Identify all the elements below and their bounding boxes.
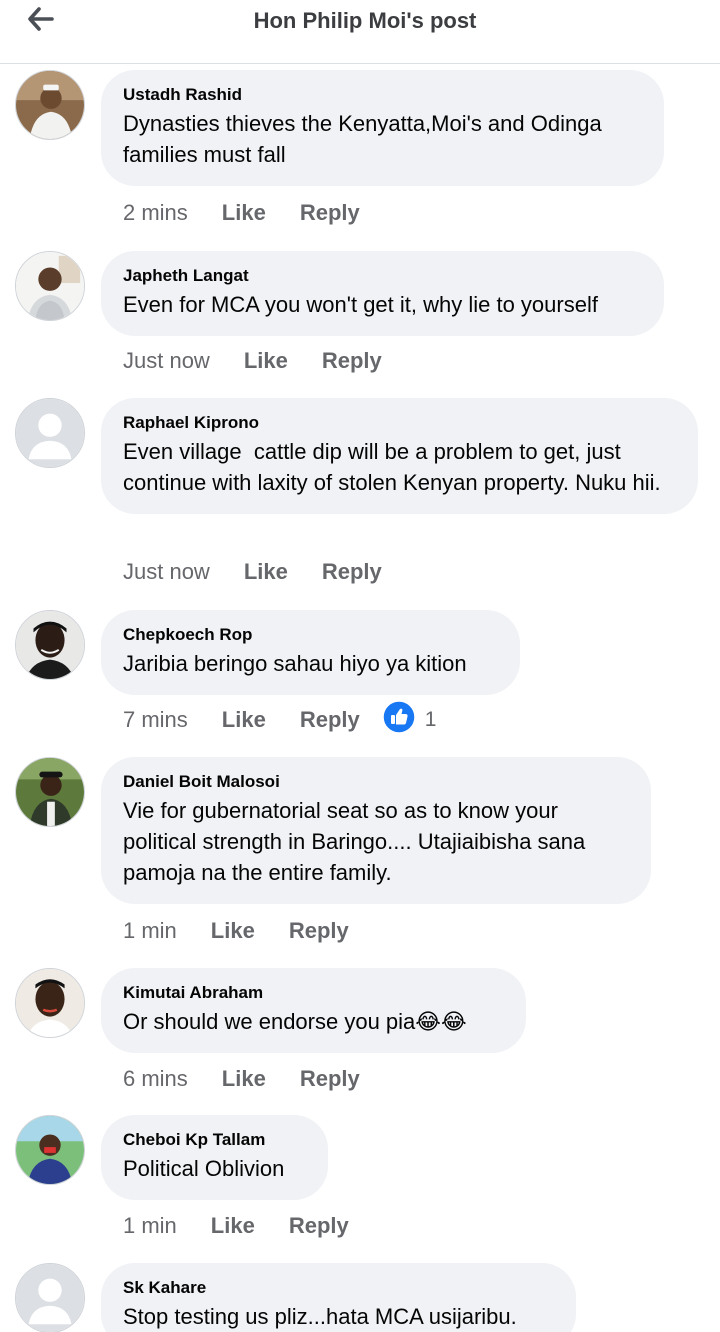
reaction-summary[interactable]: 1 xyxy=(382,700,437,740)
comment-author[interactable]: Daniel Boit Malosoi xyxy=(123,772,629,792)
comment-time[interactable]: 6 mins xyxy=(123,1066,188,1092)
avatar[interactable] xyxy=(15,757,85,827)
comment-actions: 6 mins Like Reply xyxy=(123,1064,394,1094)
comment-text: Political Oblivion xyxy=(123,1156,285,1181)
comment-author[interactable]: Raphael Kiprono xyxy=(123,413,676,433)
comment-time[interactable]: Just now xyxy=(123,559,210,585)
comment-time[interactable]: 1 min xyxy=(123,918,177,944)
comment-bubble: Sk Kahare Stop testing us pliz...hata MC… xyxy=(101,1263,576,1332)
comment-bubble: Kimutai Abraham Or should we endorse you… xyxy=(101,968,526,1053)
like-button[interactable]: Like xyxy=(244,348,288,374)
reply-button[interactable]: Reply xyxy=(289,918,349,944)
avatar[interactable] xyxy=(15,398,85,468)
comment-bubble: Raphael Kiprono Even village cattle dip … xyxy=(101,398,698,514)
reply-button[interactable]: Reply xyxy=(322,559,382,585)
page-title: Hon Philip Moi's post xyxy=(253,8,477,33)
comment-actions: 2 mins Like Reply xyxy=(123,198,394,228)
comment-actions: 1 min Like Reply xyxy=(123,916,383,946)
comment-text: Jaribia beringo sahau hiyo ya kition xyxy=(123,651,467,676)
comment-bubble: Daniel Boit Malosoi Vie for gubernatoria… xyxy=(101,757,651,904)
reply-button[interactable]: Reply xyxy=(300,1066,360,1092)
comment-actions: 1 min Like Reply xyxy=(123,1211,383,1241)
avatar[interactable] xyxy=(15,1263,85,1332)
comment-text: Even for MCA you won't get it, why lie t… xyxy=(123,292,598,317)
comment-time[interactable]: 2 mins xyxy=(123,200,188,226)
like-button[interactable]: Like xyxy=(222,707,266,733)
reply-button[interactable]: Reply xyxy=(300,707,360,733)
comment-author[interactable]: Kimutai Abraham xyxy=(123,983,504,1003)
comment-text: Or should we endorse you pia😂😂 xyxy=(123,1009,467,1034)
comment-time[interactable]: 7 mins xyxy=(123,707,188,733)
comment-actions: Just now Like Reply xyxy=(123,557,416,587)
top-bar: Hon Philip Moi's post xyxy=(0,0,720,64)
comment-text: Even village cattle dip will be a proble… xyxy=(123,439,661,495)
like-button[interactable]: Like xyxy=(211,918,255,944)
avatar[interactable] xyxy=(15,610,85,680)
like-button[interactable]: Like xyxy=(222,1066,266,1092)
comment-actions: 7 mins Like Reply 1 xyxy=(123,700,436,735)
like-button[interactable]: Like xyxy=(211,1213,255,1239)
comment-bubble: Cheboi Kp Tallam Political Oblivion xyxy=(101,1115,328,1200)
comment-author[interactable]: Japheth Langat xyxy=(123,266,642,286)
avatar[interactable] xyxy=(15,1115,85,1185)
avatar[interactable] xyxy=(15,70,85,140)
comment-time[interactable]: 1 min xyxy=(123,1213,177,1239)
comment-text: Dynasties thieves the Kenyatta,Moi's and… xyxy=(123,111,608,167)
reply-button[interactable]: Reply xyxy=(322,348,382,374)
reaction-count: 1 xyxy=(424,708,437,731)
comment-bubble: Chepkoech Rop Jaribia beringo sahau hiyo… xyxy=(101,610,520,695)
like-button[interactable]: Like xyxy=(222,200,266,226)
comment-author[interactable]: Chepkoech Rop xyxy=(123,625,498,645)
comment-actions: Just now Like Reply xyxy=(123,346,416,376)
avatar[interactable] xyxy=(15,968,85,1038)
comment-text: Vie for gubernatorial seat so as to know… xyxy=(123,798,592,885)
comment-author[interactable]: Ustadh Rashid xyxy=(123,85,642,105)
comment-author[interactable]: Sk Kahare xyxy=(123,1278,554,1298)
reply-button[interactable]: Reply xyxy=(289,1213,349,1239)
thumbs-up-icon xyxy=(382,700,416,740)
comment-bubble: Japheth Langat Even for MCA you won't ge… xyxy=(101,251,664,336)
comment-author[interactable]: Cheboi Kp Tallam xyxy=(123,1130,306,1150)
like-button[interactable]: Like xyxy=(244,559,288,585)
comment-time[interactable]: Just now xyxy=(123,348,210,374)
reply-button[interactable]: Reply xyxy=(300,200,360,226)
comment-bubble: Ustadh Rashid Dynasties thieves the Keny… xyxy=(101,70,664,186)
comment-text: Stop testing us pliz...hata MCA usijarib… xyxy=(123,1304,517,1329)
avatar[interactable] xyxy=(15,251,85,321)
